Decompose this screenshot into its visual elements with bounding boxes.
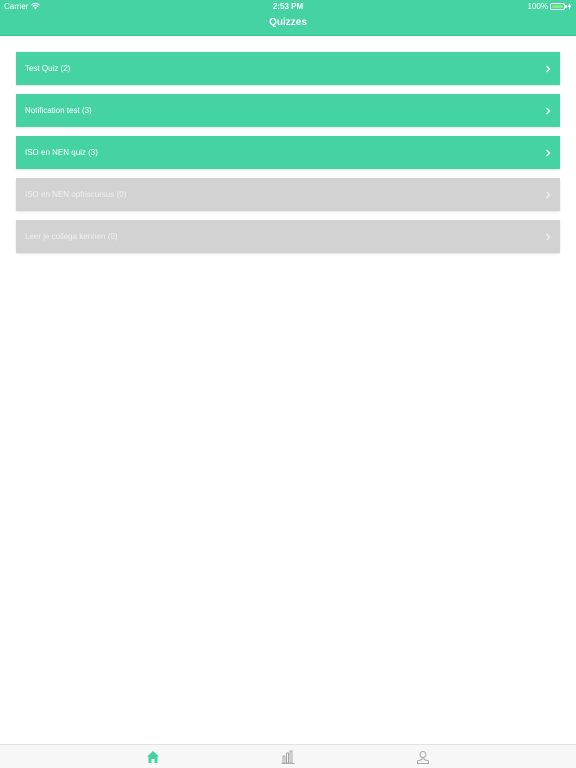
quiz-list: Test Quiz (2) Notification test (3) ISO …: [16, 52, 560, 262]
battery-icon: [550, 3, 567, 10]
chevron-right-icon: [546, 233, 551, 240]
battery-percent: 100%: [527, 2, 548, 11]
quiz-item[interactable]: Notification test (3): [16, 94, 560, 127]
charging-bolt-icon: [567, 3, 572, 10]
tab-home[interactable]: [145, 749, 161, 765]
quiz-item-label: Notification test (3): [25, 106, 92, 115]
chevron-right-icon: [546, 65, 551, 72]
quiz-item[interactable]: Test Quiz (2): [16, 52, 560, 85]
header: Carrier 2:53 PM 100% Quizzes: [0, 0, 576, 36]
profile-icon: [417, 751, 429, 764]
quiz-item[interactable]: ISO en NEN quiz (3): [16, 136, 560, 169]
tab-profile[interactable]: [415, 749, 431, 765]
page-title: Quizzes: [269, 17, 307, 28]
home-icon: [147, 751, 159, 763]
app-screen: Carrier 2:53 PM 100% Quizzes Test Quiz (…: [0, 0, 576, 768]
battery-group: 100%: [528, 2, 572, 11]
status-time: 2:53 PM: [272, 2, 304, 11]
quiz-item[interactable]: ISO en NEN opfriscursus (0): [16, 178, 560, 211]
status-bar: Carrier 2:53 PM 100%: [0, 0, 576, 12]
quiz-item-label: Leer je collega kennen (0): [25, 232, 118, 241]
tab-bar: [0, 744, 576, 768]
quiz-item-label: ISO en NEN quiz (3): [25, 148, 98, 157]
bar-chart-icon: [281, 750, 295, 764]
chevron-right-icon: [546, 149, 551, 156]
tab-statistics[interactable]: [280, 749, 296, 765]
quiz-item-label: Test Quiz (2): [25, 64, 71, 73]
quiz-item[interactable]: Leer je collega kennen (0): [16, 220, 560, 253]
chevron-right-icon: [546, 191, 551, 198]
quiz-item-label: ISO en NEN opfriscursus (0): [25, 190, 127, 199]
chevron-right-icon: [546, 107, 551, 114]
